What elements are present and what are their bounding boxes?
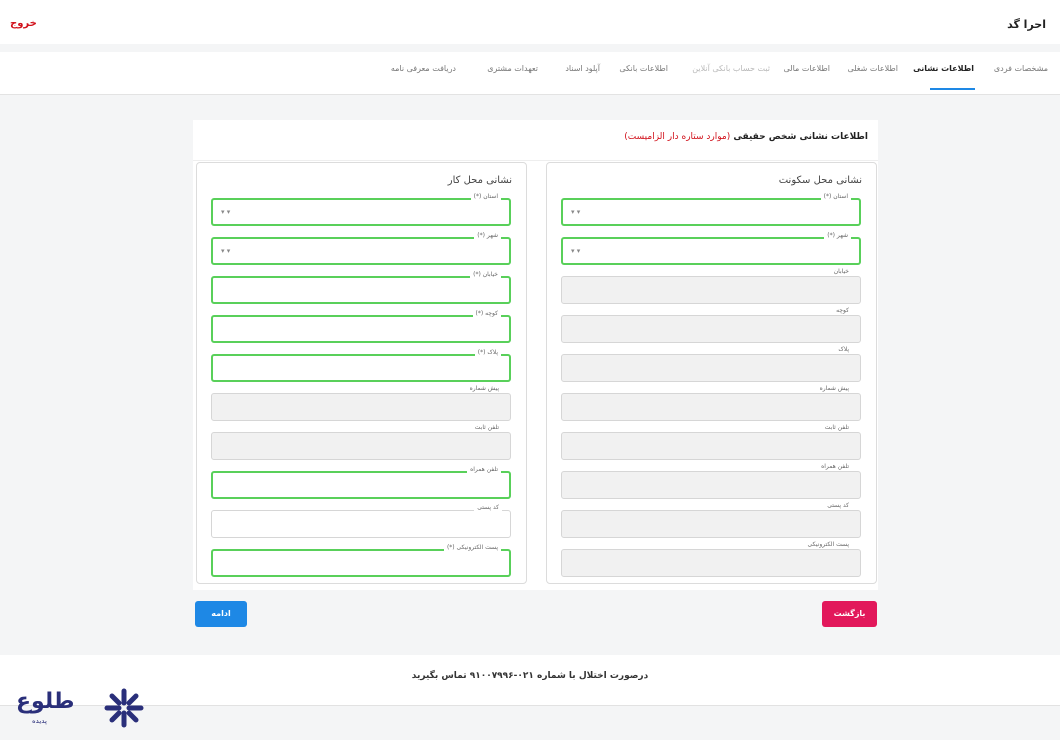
work-mobile-field[interactable]: تلفن همراه [211,466,511,499]
back-button[interactable]: بازگشت [822,601,877,627]
residence-city-label: شهر (*) [824,232,851,239]
step-tabs: مشخصات فردی اطلاعات نشانی اطلاعات شغلی ا… [0,52,1060,95]
footer: درصورت اختلال با شماره ۰۲۱-۹۱۰۰۷۹۹۶ تماس… [0,655,1060,706]
residence-plate-field[interactable]: پلاک [561,346,861,382]
residence-email-field[interactable]: پست الکترونیکی [561,541,861,577]
residence-street-field[interactable]: خیابان [561,268,861,304]
tab-financial-info[interactable]: اطلاعات مالی [784,64,830,73]
chevron-down-icon: ▾ ▾ [221,247,231,255]
work-email-label: پست الکترونیکی (*) [443,544,501,551]
residence-mobile-field[interactable]: تلفن همراه [561,463,861,499]
work-province-select[interactable]: استان (*) ▾ ▾ [211,193,511,226]
tab-personal-info[interactable]: مشخصات فردی [994,64,1048,73]
work-alley-label: کوچه (*) [472,310,501,317]
support-phone-text: درصورت اختلال با شماره ۰۲۱-۹۱۰۰۷۹۹۶ تماس… [411,671,649,681]
work-city-select[interactable]: شهر (*) ▾ ▾ [211,232,511,265]
tab-customer-commitments[interactable]: تعهدات مشتری [487,64,538,73]
work-mobile-label: تلفن همراه [467,466,501,473]
residence-alley-label: کوچه [836,307,849,314]
work-area-code-field[interactable]: پیش شماره [211,385,511,421]
work-province-label: استان (*) [470,193,501,200]
work-alley-field[interactable]: کوچه (*) [211,310,511,343]
form-title: اطلاعات نشانی شخص حقیقی (موارد ستاره دار… [624,132,868,142]
logo-subtext: پدیده [32,717,47,725]
residence-email-label: پست الکترونیکی [807,541,849,548]
logout-link[interactable]: خروج [10,18,37,29]
company-logo: طلوع پدیده [8,683,158,733]
tab-introduction-letter[interactable]: دریافت معرفی نامه [391,64,456,73]
active-tab-indicator [930,88,975,90]
work-postal-code-field[interactable]: کد پستی [211,504,511,538]
top-bar: احرا گد خروج [0,0,1060,44]
residence-plate-label: پلاک [838,346,849,353]
residence-alley-field[interactable]: کوچه [561,307,861,343]
residence-area-code-field[interactable]: پیش شماره [561,385,861,421]
tab-upload-documents[interactable]: آپلود اسناد [565,64,600,73]
work-plate-field[interactable]: پلاک (*) [211,349,511,382]
residence-province-label: استان (*) [820,193,851,200]
work-street-field[interactable]: خیابان (*) [211,271,511,304]
work-city-label: شهر (*) [474,232,501,239]
residence-province-select[interactable]: استان (*) ▾ ▾ [561,193,861,226]
chevron-down-icon: ▾ ▾ [571,247,581,255]
next-button[interactable]: ادامه [195,601,247,627]
residence-landline-field[interactable]: تلفن ثابت [561,424,861,460]
tab-job-info[interactable]: اطلاعات شغلی [847,64,898,73]
form-header: اطلاعات نشانی شخص حقیقی (موارد ستاره دار… [193,120,878,161]
work-area-code-label: پیش شماره [469,385,499,392]
logo-text: طلوع [16,689,75,714]
tab-bank-info[interactable]: اطلاعات بانکی [619,64,668,73]
tab-address-info[interactable]: اطلاعات نشانی [913,64,974,73]
residence-area-code-label: پیش شماره [819,385,849,392]
work-email-field[interactable]: پست الکترونیکی (*) [211,544,511,577]
residence-city-select[interactable]: شهر (*) ▾ ▾ [561,232,861,265]
residence-street-label: خیابان [833,268,849,275]
residence-postal-code-field[interactable]: کد پستی [561,502,861,538]
work-landline-field[interactable]: تلفن ثابت [211,424,511,460]
residence-mobile-label: تلفن همراه [821,463,849,470]
work-street-label: خیابان (*) [470,271,501,278]
tab-online-bank-account[interactable]: ثبت حساب بانکی آنلاین [692,64,770,73]
chevron-down-icon: ▾ ▾ [571,208,581,216]
form-title-text: اطلاعات نشانی شخص حقیقی [733,132,868,142]
residence-landline-label: تلفن ثابت [824,424,849,431]
app-brand: احرا گد [1007,18,1046,31]
residence-legend: نشانی محل سکونت [778,175,862,186]
logo-star-icon [104,688,144,728]
work-plate-label: پلاک (*) [474,349,501,356]
residence-postal-code-label: کد پستی [827,502,849,509]
work-postal-code-label: کد پستی [474,504,502,511]
work-legend: نشانی محل کار [447,175,512,186]
chevron-down-icon: ▾ ▾ [221,208,231,216]
work-landline-label: تلفن ثابت [474,424,499,431]
required-note: (موارد ستاره دار الزامیست) [624,132,731,142]
